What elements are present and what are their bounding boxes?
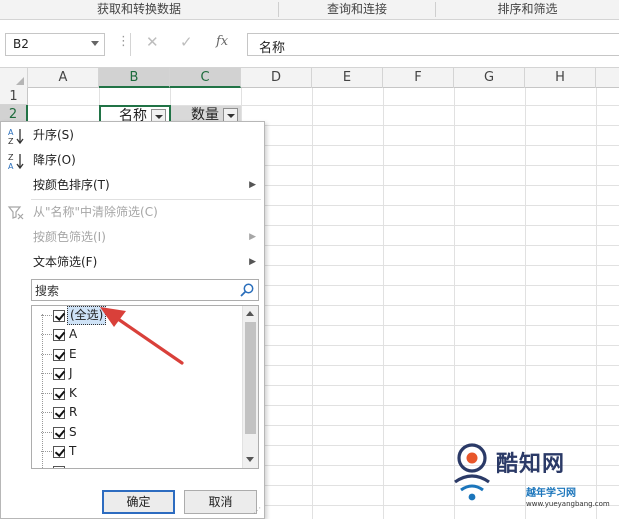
clear-filter-icon [7, 206, 24, 220]
column-header-h[interactable]: H [525, 68, 596, 88]
checkbox-checked-icon[interactable] [53, 368, 65, 380]
column-header-g[interactable]: G [454, 68, 525, 88]
row-header-1[interactable]: 1 [0, 88, 28, 105]
checkbox-checked-icon[interactable] [53, 427, 65, 439]
menu-item-label: 按颜色排序(T) [33, 178, 110, 192]
search-icon[interactable] [239, 282, 255, 298]
menu-item-text-filters[interactable]: 文本筛选(F) ▶ [1, 250, 264, 275]
gridline [312, 88, 313, 519]
cancel-formula-icon[interactable]: ✕ [146, 33, 159, 51]
column-header-a[interactable]: A [28, 68, 99, 88]
ribbon-group-sort-filter: 排序和筛选 [497, 2, 558, 16]
formula-bar: B2 ⋮ ✕ ✓ fx 名称 [0, 20, 619, 68]
sort-descending-icon: Z A [8, 153, 24, 170]
svg-text:A: A [8, 128, 14, 137]
tree-connector [41, 373, 52, 374]
list-item-label: T [69, 444, 77, 458]
menu-item-label: 升序(S) [33, 128, 74, 142]
list-item-label: S [69, 425, 77, 439]
watermark: 酷知网 越年学习网 www.yueyangbang.com [440, 440, 619, 519]
column-header-e[interactable]: E [312, 68, 383, 88]
column-header-b[interactable]: B [99, 68, 170, 88]
ribbon-group-queries: 查询和连接 [326, 2, 387, 16]
select-all-corner[interactable] [0, 68, 28, 88]
svg-text:Z: Z [8, 137, 14, 145]
submenu-arrow-icon: ▶ [249, 257, 256, 267]
checkbox-checked-icon[interactable] [53, 329, 65, 341]
menu-item-sort-by-color[interactable]: 按颜色排序(T) ▶ [1, 173, 264, 198]
watermark-logo [454, 443, 490, 501]
menu-item-sort-descending[interactable]: Z A 降序(O) [1, 148, 264, 173]
tree-connector [41, 451, 52, 452]
tree-connector [41, 412, 52, 413]
scroll-thumb[interactable] [245, 322, 256, 434]
chevron-down-icon[interactable] [91, 41, 99, 46]
cancel-button[interactable]: 取消 [184, 490, 257, 514]
name-box[interactable]: B2 [5, 33, 105, 56]
column-header-c[interactable]: C [170, 68, 241, 88]
tree-connector [42, 314, 43, 468]
list-item-label: A [69, 327, 78, 341]
menu-item-label: 文本筛选(F) [33, 255, 98, 269]
checkbox-checked-icon[interactable] [53, 310, 65, 322]
column-header-f[interactable]: F [383, 68, 454, 88]
tree-connector [41, 393, 52, 394]
search-placeholder: 搜索 [35, 284, 60, 298]
insert-function-icon[interactable]: fx [216, 34, 228, 49]
autofilter-menu: A Z 升序(S) Z A 降序(O) 按颜色排序(T) ▶ 从"名称"中清除筛… [0, 121, 265, 519]
tree-connector [41, 334, 52, 335]
watermark-subtitle: 越年学习网 [526, 488, 576, 499]
watermark-url: www.yueyangbang.com [526, 500, 610, 508]
menu-item-clear-filter: 从"名称"中清除筛选(C) [1, 200, 264, 225]
list-item-label: R [69, 405, 78, 419]
filter-value-list[interactable]: (全选) A E J K R S T [31, 305, 259, 469]
gridline [383, 88, 384, 519]
formula-content: 名称 [259, 41, 286, 56]
select-all-icon [16, 77, 24, 85]
drag-handle-icon[interactable]: ⋮ [117, 34, 130, 49]
menu-item-sort-ascending[interactable]: A Z 升序(S) [1, 123, 264, 148]
tree-connector [41, 315, 52, 316]
ok-button[interactable]: 确定 [102, 490, 175, 514]
checkbox-checked-icon[interactable] [53, 388, 65, 400]
divider [130, 33, 131, 56]
checkbox-checked-icon[interactable] [53, 407, 65, 419]
checkbox-checked-icon[interactable] [53, 466, 65, 468]
filter-search-input[interactable]: 搜索 [31, 279, 259, 301]
column-header-d[interactable]: D [241, 68, 312, 88]
list-scrollbar[interactable] [242, 306, 258, 468]
formula-input[interactable]: 名称 [247, 33, 619, 56]
sort-ascending-icon: A Z [8, 128, 24, 145]
checkbox-checked-icon[interactable] [53, 446, 65, 458]
svg-text:A: A [8, 162, 14, 170]
resize-grip-icon[interactable]: ⋰ [253, 507, 262, 516]
menu-item-filter-by-color: 按颜色筛选(I) ▶ [1, 225, 264, 250]
tree-connector [41, 354, 52, 355]
menu-item-label: 按颜色筛选(I) [33, 230, 106, 244]
submenu-arrow-icon: ▶ [249, 180, 256, 190]
name-box-value: B2 [13, 37, 29, 51]
scroll-up-icon[interactable] [246, 311, 254, 316]
submenu-arrow-icon: ▶ [249, 232, 256, 242]
list-item-label: K [69, 386, 77, 400]
list-item-label: E [69, 347, 77, 361]
column-headers: A B C D E F G H [0, 68, 619, 88]
svg-text:Z: Z [8, 153, 14, 162]
watermark-name: 酷知网 [496, 452, 566, 477]
scroll-down-icon[interactable] [246, 457, 254, 462]
enter-formula-icon[interactable]: ✓ [180, 33, 193, 51]
ribbon-group-labels: 获取和转换数据 查询和连接 排序和筛选 [0, 0, 619, 20]
checkbox-checked-icon[interactable] [53, 349, 65, 361]
menu-item-label: 降序(O) [33, 153, 76, 167]
tree-connector [41, 432, 52, 433]
list-item-label: (全选) [67, 306, 107, 325]
menu-item-label: 从"名称"中清除筛选(C) [33, 205, 158, 219]
list-item-label: J [69, 366, 73, 380]
ribbon-group-get-transform: 获取和转换数据 [96, 2, 181, 16]
